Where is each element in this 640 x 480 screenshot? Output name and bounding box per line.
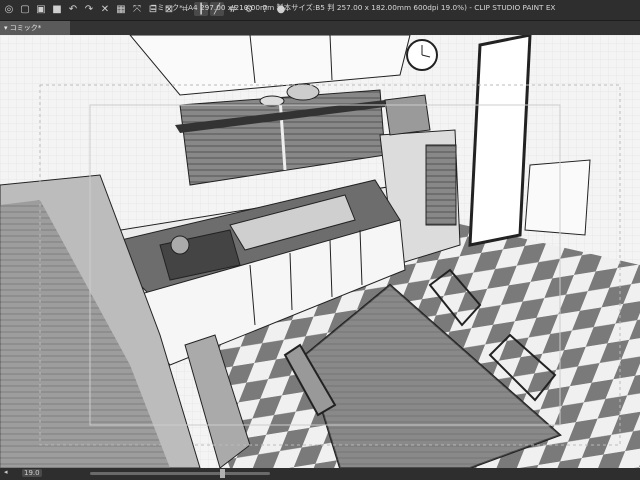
right-cabinet — [524, 159, 591, 236]
new-file-icon[interactable]: ▢ — [18, 2, 32, 16]
title-bar: ◎ ▢ ▣ ■ ↶ ↷ ✕ ▦ ⤧ ⊟ ⊠ ⌗ ┃ ╱ # ⚙ ? ● コミック… — [0, 0, 640, 21]
app-menu-icon[interactable]: ◎ — [2, 2, 16, 16]
fill-icon[interactable]: ▦ — [114, 2, 128, 16]
canvas-area[interactable] — [0, 35, 640, 468]
zoom-level[interactable]: 19.0 — [22, 469, 42, 477]
save-icon[interactable]: ■ — [50, 2, 64, 16]
clear-icon[interactable]: ✕ — [98, 2, 112, 16]
door — [468, 35, 532, 247]
tab-label: コミック* — [9, 24, 42, 32]
document-tab[interactable]: ▾ コミック* — [0, 21, 70, 35]
zoom-slider-knob[interactable] — [220, 469, 225, 478]
window-title: コミック* (A4 297.00 x 210.00mm 製本サイズ:B5 判 2… — [150, 3, 556, 12]
zoom-out-icon[interactable]: ◂ — [4, 468, 8, 476]
undo-icon[interactable]: ↶ — [66, 2, 80, 16]
open-file-icon[interactable]: ▣ — [34, 2, 48, 16]
kitchen-illustration — [0, 35, 640, 468]
redo-icon[interactable]: ↷ — [82, 2, 96, 16]
status-bar: ◂ 19.0 — [0, 468, 640, 480]
zoom-slider[interactable] — [90, 469, 270, 478]
tab-close-icon[interactable]: ▾ — [4, 24, 8, 32]
transform-icon[interactable]: ⤧ — [130, 2, 144, 16]
document-tab-bar: ▾ コミック* — [0, 21, 640, 35]
